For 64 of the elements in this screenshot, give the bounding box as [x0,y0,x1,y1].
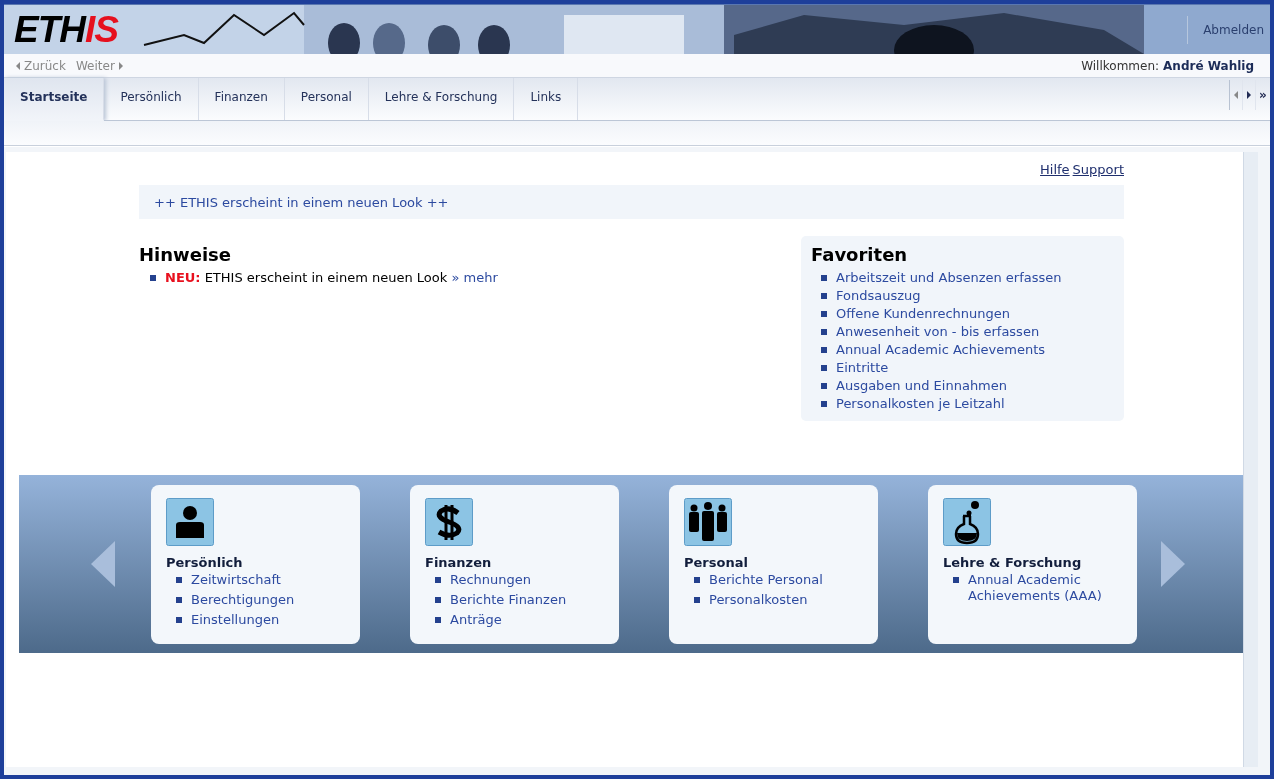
bullet-icon [176,576,182,583]
favorite-link[interactable]: Anwesenheit von - bis erfassen [836,323,1040,341]
tab[interactable]: Startseite [4,78,105,121]
bullet-icon [821,329,827,335]
bullet-icon [176,616,182,623]
bullet-icon [694,596,700,603]
category-link[interactable]: Berechtigungen [191,591,295,608]
category-link[interactable]: Personalkosten [709,591,808,608]
bullet-icon [821,293,827,299]
notice-text: NEU: ETHIS erscheint in einem neuen Look » mehr [165,269,498,287]
scrollbar[interactable] [1243,152,1258,767]
favorites-heading: Favoriten [811,244,909,265]
forward-link[interactable]: Weiter [75,58,123,73]
bullet-icon [435,596,441,603]
flask-icon[interactable] [943,497,991,546]
logout-link[interactable]: Abmelden [1203,22,1264,37]
bullet-icon [435,576,441,583]
favorite-link[interactable]: Ausgaben und Einnahmen [836,377,1008,395]
help-link[interactable]: Hilfe [1040,162,1070,177]
dollar-icon[interactable] [425,497,473,546]
bullet-icon [821,401,827,407]
logo[interactable]: ETHIS [14,11,118,48]
bullet-icon [821,365,827,371]
category-link[interactable]: Annual Academic Achievements (AAA) [968,571,1108,604]
category-title: Personal [684,554,749,570]
bullet-icon [953,576,959,583]
more-link[interactable]: » mehr [451,270,498,285]
category-link[interactable]: Einstellungen [191,611,280,628]
favorite-link[interactable]: Fondsauszug [836,287,921,305]
bullet-icon [821,383,827,389]
bullet-icon [176,596,182,603]
notices-heading: Hinweise [139,244,232,265]
user-name: André Wahlig [1163,58,1254,73]
favorite-link[interactable]: Arbeitszeit und Absenzen erfassen [836,269,1062,287]
category-link[interactable]: Rechnungen [450,571,532,588]
scroll-end-button[interactable]: » [1256,80,1270,110]
bullet-icon [150,275,156,281]
people-icon[interactable] [684,497,732,546]
bullet-icon [821,275,827,281]
category-link[interactable]: Zeitwirtschaft [191,571,281,588]
help-link[interactable]: Support [1072,162,1124,177]
welcome-label: Willkommen: [1081,58,1160,73]
category-title: Persönlich [166,554,244,570]
tab[interactable]: Personal [284,78,369,120]
person-icon[interactable] [166,497,214,546]
tab[interactable]: Links [514,78,579,120]
bullet-icon [821,311,827,317]
favorite-link[interactable]: Offene Kundenrechnungen [836,305,1011,323]
favorite-link[interactable]: Eintritte [836,359,889,377]
tab[interactable]: Finanzen [198,78,285,120]
favorite-link[interactable]: Annual Academic Achievements [836,341,1046,359]
bullet-icon [821,347,827,353]
bullet-icon [694,576,700,583]
bullet-icon [435,616,441,623]
category-link[interactable]: Berichte Personal [709,571,823,588]
category-title: Finanzen [425,554,493,570]
category-link[interactable]: Berichte Finanzen [450,591,567,608]
tab[interactable]: Lehre & Forschung [368,78,515,120]
category-title: Lehre & Forschung [943,554,1083,570]
category-link[interactable]: Anträge [450,611,502,628]
tab[interactable]: Persönlich [104,78,199,120]
back-link[interactable]: Zurück [16,58,66,73]
favorite-link[interactable]: Personalkosten je Leitzahl [836,395,1005,413]
announcement-link[interactable]: ++ ETHIS erscheint in einem neuen Look ++ [154,194,449,210]
